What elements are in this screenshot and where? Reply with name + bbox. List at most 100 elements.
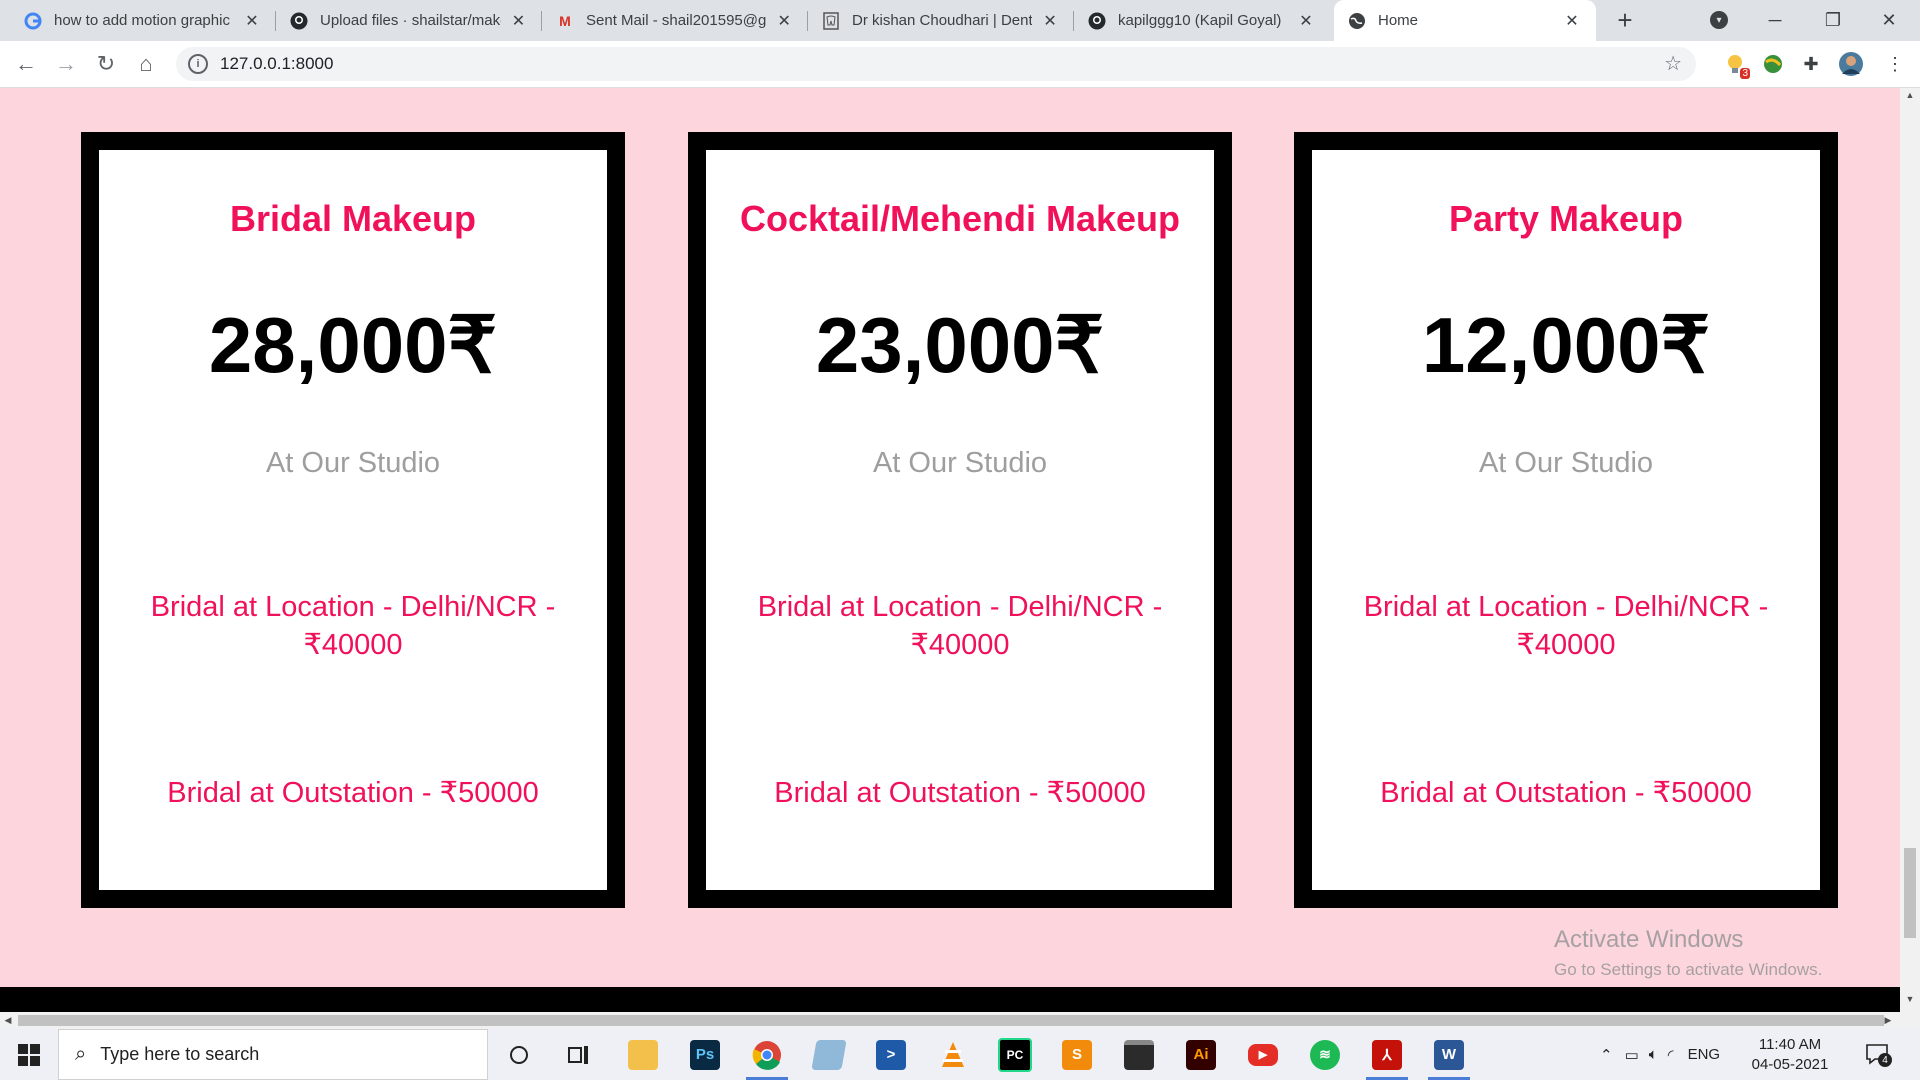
clock-date: 04-05-2021 xyxy=(1751,1056,1829,1073)
bookmark-star-icon[interactable]: ☆ xyxy=(1664,51,1682,76)
dental-icon xyxy=(822,11,840,30)
close-tab-icon[interactable]: ✕ xyxy=(775,11,794,31)
vertical-scrollbar[interactable]: ▲ ▼ xyxy=(1900,88,1920,1012)
extension-globe-icon[interactable] xyxy=(1760,51,1786,77)
scroll-right-icon[interactable]: ▶ xyxy=(1880,1012,1896,1029)
taskbar-clock[interactable]: 11:40 AM 04-05-2021 xyxy=(1745,1035,1835,1075)
tray-chevron-icon[interactable]: ⌃ xyxy=(1600,1046,1613,1064)
back-arrow-icon[interactable]: ← xyxy=(10,48,42,80)
tab-title: Upload files · shailstar/make xyxy=(320,12,501,29)
taskbar-search-box[interactable]: ⌕ Type here to search xyxy=(58,1029,488,1080)
browser-tab[interactable]: Dr kishan Choudhari | Dent ✕ xyxy=(808,0,1074,41)
pricing-card-body: Bridal Makeup 28,000₹ At Our Studio Brid… xyxy=(99,150,607,890)
browser-toolbar: ← → ↻ ⌂ i 127.0.0.1:8000 ☆ 3 ✚ ⋮ xyxy=(0,41,1920,88)
card-subtitle: At Our Studio xyxy=(872,447,1048,479)
github-icon xyxy=(1088,12,1106,30)
search-placeholder: Type here to search xyxy=(100,1044,260,1064)
windows-start-icon[interactable] xyxy=(0,1029,58,1080)
activate-windows-watermark: Activate Windows Go to Settings to activ… xyxy=(1554,926,1822,980)
forward-arrow-icon[interactable]: → xyxy=(50,48,82,80)
maximize-icon[interactable]: ❐ xyxy=(1810,0,1856,41)
google-icon xyxy=(24,12,42,30)
task-view-icon[interactable] xyxy=(550,1029,608,1080)
tab-title: Home xyxy=(1378,12,1419,29)
pricing-card-body: Party Makeup 12,000₹ At Our Studio Brida… xyxy=(1312,150,1820,890)
card-location-price: Bridal at Location - Delhi/NCR - ₹40000 xyxy=(757,591,1163,661)
page-content: Bridal Makeup 28,000₹ At Our Studio Brid… xyxy=(0,88,1900,1012)
pycharm-icon[interactable]: PC xyxy=(986,1029,1044,1080)
address-url[interactable]: 127.0.0.1:8000 xyxy=(220,54,333,74)
wifi-icon[interactable]: ◜ xyxy=(1668,1046,1674,1064)
chrome-icon[interactable] xyxy=(738,1029,796,1080)
cortana-icon[interactable] xyxy=(490,1029,548,1080)
card-title: Party Makeup xyxy=(1448,198,1684,239)
github-icon xyxy=(290,12,308,30)
scroll-left-icon[interactable]: ◀ xyxy=(0,1012,16,1029)
tab-title: Sent Mail - shail201595@gr xyxy=(586,12,767,29)
tab-title: how to add motion graphic xyxy=(54,12,230,29)
spotify-icon[interactable]: ≋ xyxy=(1296,1029,1354,1080)
extensions-puzzle-icon[interactable]: ✚ xyxy=(1798,51,1824,77)
site-info-icon[interactable]: i xyxy=(188,54,208,74)
browser-tab[interactable]: kapilggg10 (Kapil Goyal) ✕ xyxy=(1074,0,1330,41)
vlc-icon[interactable] xyxy=(924,1029,982,1080)
volume-icon[interactable]: 🔈︎ xyxy=(1649,1046,1658,1063)
new-tab-button[interactable]: + xyxy=(1610,0,1640,41)
globe-icon xyxy=(1348,12,1366,30)
battery-icon[interactable]: ▭ xyxy=(1625,1046,1639,1064)
scroll-up-icon[interactable]: ▲ xyxy=(1900,90,1920,106)
illustrator-icon[interactable]: Ai xyxy=(1172,1029,1230,1080)
pricing-card-body: Cocktail/Mehendi Makeup 23,000₹ At Our S… xyxy=(706,150,1214,890)
card-title: Bridal Makeup xyxy=(229,198,477,239)
system-tray: ⌃ ▭ 🔈︎ ◜ ENG xyxy=(1600,1029,1720,1080)
close-tab-icon[interactable]: ✕ xyxy=(1040,11,1060,31)
reload-icon[interactable]: ↻ xyxy=(90,48,122,80)
close-tab-icon[interactable]: ✕ xyxy=(242,11,262,31)
horizontal-scroll-thumb[interactable] xyxy=(18,1015,1884,1026)
word-icon[interactable]: W xyxy=(1420,1029,1478,1080)
card-price: 28,000₹ xyxy=(208,301,498,389)
notes-icon[interactable] xyxy=(800,1029,858,1080)
browser-tab[interactable]: M Sent Mail - shail201595@gr ✕ xyxy=(542,0,808,41)
minimize-icon[interactable]: ─ xyxy=(1752,0,1798,41)
browser-tab[interactable]: Upload files · shailstar/make ✕ xyxy=(276,0,542,41)
scroll-down-icon[interactable]: ▼ xyxy=(1900,994,1920,1010)
file-explorer-icon[interactable] xyxy=(614,1029,672,1080)
footer-bar xyxy=(0,987,1900,1012)
extension-bulb-icon[interactable]: 3 xyxy=(1722,51,1750,79)
powershell-icon[interactable]: > xyxy=(862,1029,920,1080)
home-icon[interactable]: ⌂ xyxy=(130,48,162,80)
address-bar[interactable]: i 127.0.0.1:8000 ☆ xyxy=(176,47,1696,81)
card-outstation-price: Bridal at Outstation - ₹50000 xyxy=(1380,777,1752,809)
card-title: Cocktail/Mehendi Makeup xyxy=(739,198,1181,239)
notification-center-icon[interactable]: 4 xyxy=(1862,1039,1892,1069)
close-tab-icon[interactable]: ✕ xyxy=(1562,11,1582,31)
language-indicator[interactable]: ENG xyxy=(1688,1046,1721,1063)
browser-tab[interactable]: how to add motion graphic ✕ xyxy=(10,0,276,41)
youtube-icon[interactable]: ▶ xyxy=(1234,1029,1292,1080)
close-window-icon[interactable]: ✕ xyxy=(1866,0,1912,41)
photoshop-icon[interactable]: Ps xyxy=(676,1029,734,1080)
clock-time: 11:40 AM xyxy=(1758,1036,1822,1053)
horizontal-scrollbar[interactable]: ◀ ▶ xyxy=(0,1012,1920,1029)
gmail-icon: M xyxy=(559,12,571,29)
tab-search-icon[interactable]: ▾ xyxy=(1710,11,1728,29)
close-tab-icon[interactable]: ✕ xyxy=(1296,11,1316,31)
search-icon: ⌕ xyxy=(75,1043,87,1065)
close-tab-icon[interactable]: ✕ xyxy=(509,11,528,31)
sublime-icon[interactable]: S xyxy=(1048,1029,1106,1080)
vertical-scroll-thumb[interactable] xyxy=(1904,848,1916,938)
card-outstation-price: Bridal at Outstation - ₹50000 xyxy=(167,777,539,809)
card-location-price: Bridal at Location - Delhi/NCR - ₹40000 xyxy=(150,591,556,661)
card-subtitle: At Our Studio xyxy=(1478,447,1654,479)
browser-menu-icon[interactable]: ⋮ xyxy=(1882,51,1908,77)
windows-taskbar: ⌕ Type here to search Ps > PC S Ai ▶ ≋ ⅄… xyxy=(0,1029,1920,1080)
browser-tab-active[interactable]: Home ✕ xyxy=(1334,0,1596,41)
profile-avatar[interactable] xyxy=(1838,51,1864,77)
pricing-card: Cocktail/Mehendi Makeup 23,000₹ At Our S… xyxy=(688,132,1232,908)
terminal-icon[interactable] xyxy=(1110,1029,1168,1080)
watermark-title: Activate Windows xyxy=(1554,926,1744,953)
acrobat-icon[interactable]: ⅄ xyxy=(1358,1029,1416,1080)
pricing-card: Party Makeup 12,000₹ At Our Studio Brida… xyxy=(1294,132,1838,908)
notification-count: 4 xyxy=(1878,1053,1892,1067)
